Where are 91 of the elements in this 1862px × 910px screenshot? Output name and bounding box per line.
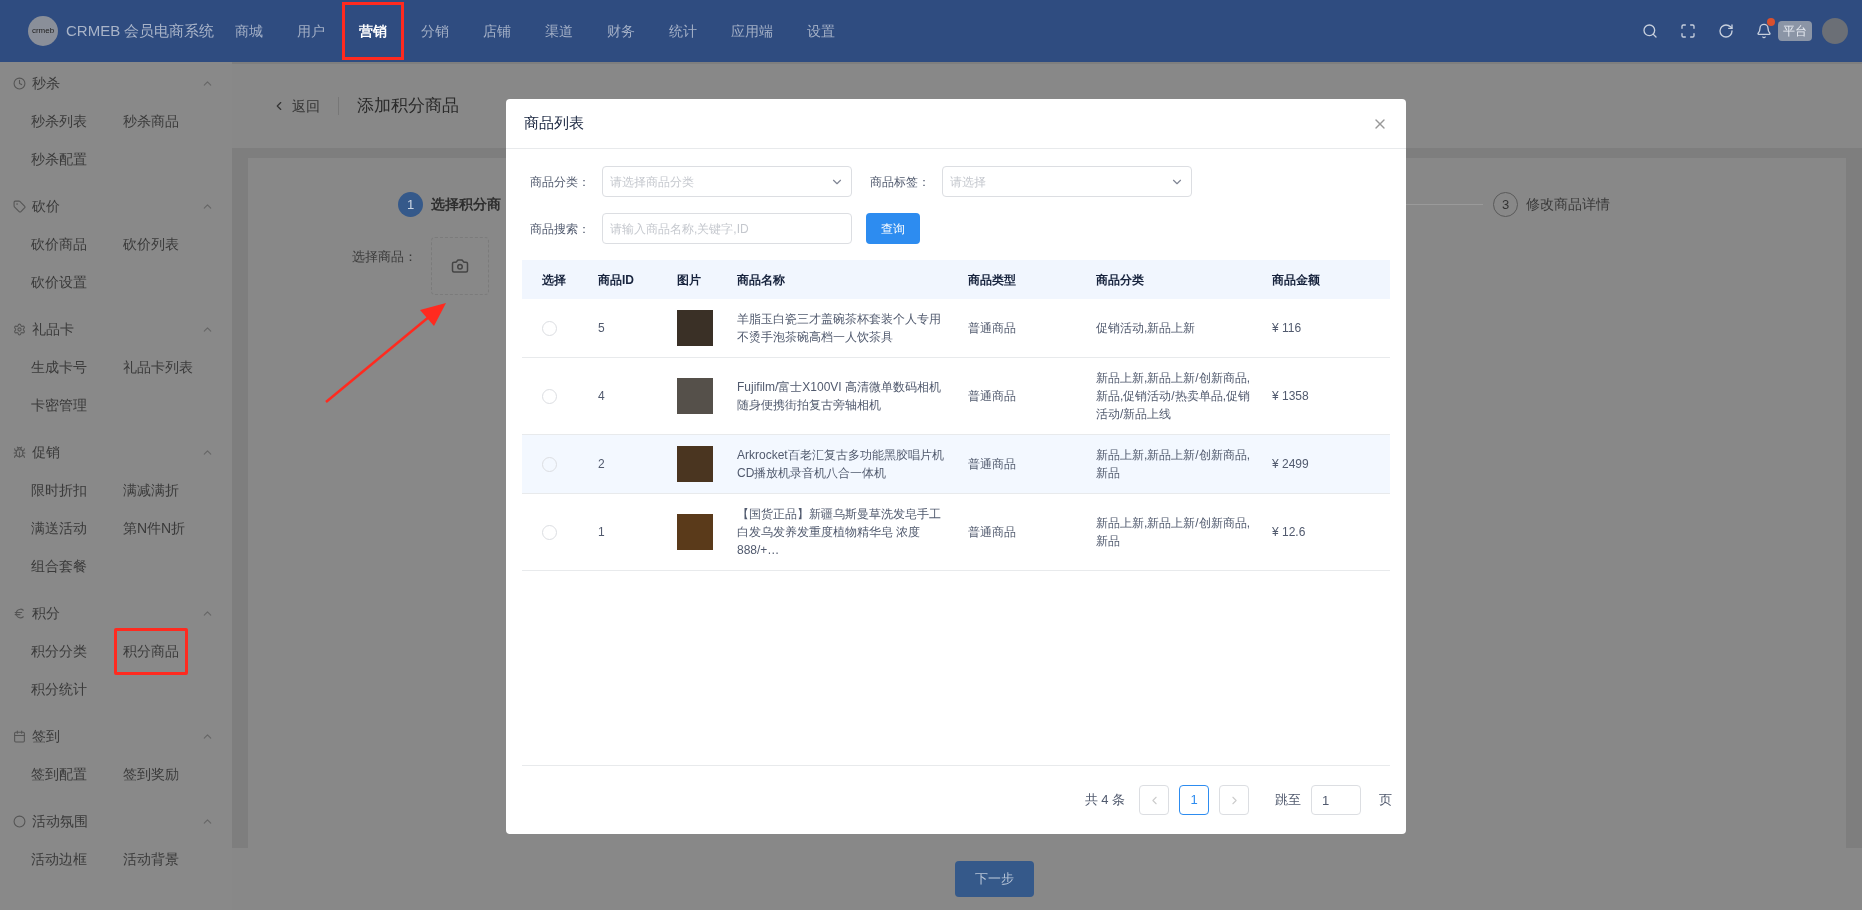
photo-placeholder (677, 446, 713, 482)
jump-label: 跳至 (1275, 791, 1301, 810)
group-icon (13, 76, 26, 90)
table-cell-text: Arkrocket百老汇复古多功能黑胶唱片机CD播放机录音机八合一体机 (736, 447, 945, 482)
table-cell-text: 普通商品 (967, 388, 1017, 405)
table-cell-text: 促销活动,新品上新 (1095, 320, 1197, 337)
table-cell-text: Fujifilm/富士X100VI 高清微单数码相机随身便携街拍复古旁轴相机 (736, 379, 943, 414)
sidebar-item[interactable]: 活动背景 (114, 835, 188, 883)
step-label: 修改商品详情 (1526, 195, 1610, 214)
table-cell-text: 普通商品 (967, 524, 1017, 541)
sidebar-item[interactable]: 积分商品 (114, 627, 188, 675)
table-cell-text: 【国货正品】新疆乌斯曼草洗发皂手工白发乌发养发重度植物精华皂 浓度888/+… (736, 506, 942, 559)
photo-placeholder (677, 310, 713, 346)
table-cell-text: 新品上新,新品上新/创新商品,新品 (1095, 515, 1251, 550)
photo-placeholder (677, 514, 713, 550)
column-header: 商品分类 (1095, 271, 1145, 289)
group-icon (13, 814, 26, 828)
column-header: 商品名称 (736, 271, 786, 289)
group-icon (13, 606, 26, 620)
image-upload-box[interactable] (431, 237, 489, 295)
table-cell-text: ¥ 12.6 (1271, 524, 1307, 541)
nav-tab[interactable]: 商城 (218, 2, 280, 60)
column-header: 选择 (541, 271, 567, 289)
group-icon (13, 729, 26, 743)
avatar[interactable] (1822, 18, 1848, 44)
group-title[interactable]: 促销 (32, 441, 60, 463)
sidebar-item[interactable]: 砍价列表 (114, 220, 188, 268)
nav-tab[interactable]: 店铺 (466, 2, 528, 60)
nav-tab[interactable]: 财务 (590, 2, 652, 60)
group-title[interactable]: 积分 (32, 602, 60, 624)
dialog-title: 商品列表 (524, 113, 584, 134)
step-label: 选择积分商 (431, 195, 501, 214)
sidebar-item[interactable]: 礼品卡列表 (114, 343, 202, 391)
table-cell-text: 新品上新,新品上新/创新商品,新品,促销活动/热卖单品,促销活动/新品上线 (1095, 370, 1251, 423)
table-cell-text: 新品上新,新品上新/创新商品,新品 (1095, 447, 1251, 482)
step-number: 1 (398, 192, 423, 217)
group-title[interactable]: 秒杀 (32, 72, 60, 94)
sidebar-item[interactable]: 秒杀商品 (114, 97, 188, 145)
nav-tab[interactable]: 营销 (342, 2, 404, 60)
group-title[interactable]: 签到 (32, 725, 60, 747)
nav-tab[interactable]: 用户 (280, 2, 342, 60)
camera-icon (451, 257, 469, 275)
table-cell-text: ¥ 2499 (1271, 456, 1310, 473)
page-title: 添加积分商品 (357, 95, 459, 118)
group-title[interactable]: 砍价 (32, 195, 60, 217)
group-title[interactable]: 活动氛围 (32, 810, 88, 832)
table-cell-text: 5 (597, 320, 606, 337)
column-header: 商品金额 (1271, 271, 1321, 289)
table-cell-text: ¥ 116 (1271, 320, 1303, 337)
sidebar-item[interactable]: 签到配置 (22, 750, 96, 798)
photo-placeholder (677, 378, 713, 414)
field-label: 选择商品： (352, 248, 417, 266)
fullscreen-icon[interactable] (1680, 23, 1696, 39)
column-header: 商品ID (597, 271, 635, 289)
page-button[interactable]: 1 (1179, 785, 1209, 815)
next-step-button[interactable]: 下一步 (955, 861, 1034, 897)
table-cell-text: 普通商品 (967, 456, 1017, 473)
bell-icon[interactable] (1756, 23, 1772, 39)
nav-tab[interactable]: 设置 (790, 2, 852, 60)
table-cell-text: ¥ 1358 (1271, 388, 1310, 405)
logo-icon: crmeb (28, 16, 58, 46)
refresh-icon[interactable] (1718, 23, 1734, 39)
nav-tab[interactable]: 渠道 (528, 2, 590, 60)
group-icon (13, 445, 26, 459)
table-cell-text: 1 (597, 524, 606, 541)
query-button[interactable]: 查询 (866, 213, 920, 244)
table-row[interactable]: 2 Arkrocket百老汇复古多功能黑胶唱片机CD播放机录音机八合一体机 普通商品 新品上新,新品上新/创新商品,新品 ¥ 2499 (522, 435, 1390, 494)
filter-label: 商品标签： (870, 173, 931, 191)
nav-tab[interactable]: 统计 (652, 2, 714, 60)
platform-tag: 平台 (1778, 21, 1812, 41)
nav-tab[interactable]: 应用端 (714, 2, 790, 60)
filter-label: 商品分类： (530, 173, 591, 191)
total-count: 共 4 条 (1084, 791, 1125, 810)
page-suffix: 页 (1379, 791, 1392, 810)
back-link[interactable]: 返回 (292, 95, 320, 117)
table-cell-text: 2 (597, 456, 606, 473)
logo-text: CRMEB 会员电商系统 (66, 20, 215, 41)
table-cell-text: 4 (597, 388, 606, 405)
table-cell-text: 普通商品 (967, 320, 1017, 337)
sidebar-item[interactable]: 活动边框 (22, 835, 96, 883)
sidebar-item[interactable]: 签到奖励 (114, 750, 188, 798)
page-input[interactable]: 1 (1311, 785, 1361, 815)
filter-label: 商品搜索： (530, 220, 591, 238)
group-icon (13, 199, 26, 213)
column-header: 商品类型 (967, 271, 1017, 289)
group-icon (13, 322, 26, 336)
group-title[interactable]: 礼品卡 (32, 318, 74, 340)
search-icon[interactable] (1642, 23, 1658, 39)
table-cell-text: 羊脂玉白瓷三才盖碗茶杯套装个人专用不烫手泡茶碗高档一人饮茶具 (736, 311, 942, 346)
column-header: 图片 (676, 271, 702, 289)
nav-tab[interactable]: 分销 (404, 2, 466, 60)
